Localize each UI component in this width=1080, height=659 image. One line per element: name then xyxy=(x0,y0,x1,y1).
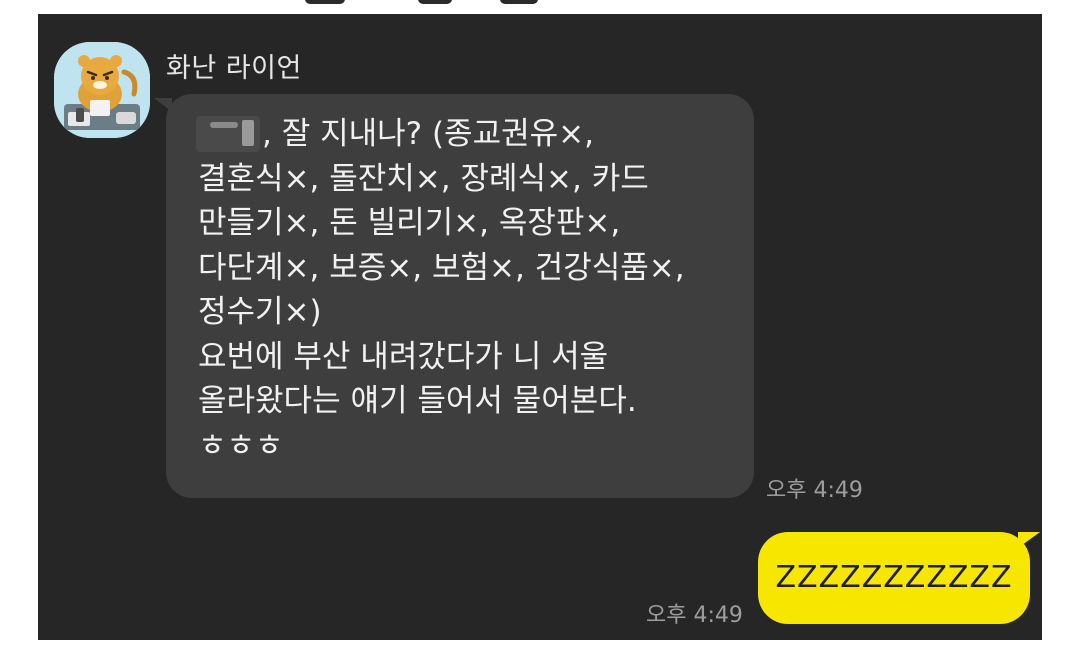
cropped-top-element xyxy=(418,0,452,4)
bottom-screen-edge xyxy=(0,640,1080,659)
incoming-message-text: , 잘 지내나? (종교권유×, 결혼식×, 돌잔치×, 장례식×, 카드 만들… xyxy=(198,112,738,468)
incoming-message-bubble[interactable]: , 잘 지내나? (종교권유×, 결혼식×, 돌잔치×, 장례식×, 카드 만들… xyxy=(166,94,754,498)
outgoing-message-time: 오후 4:49 xyxy=(646,603,743,628)
incoming-message-body: , 잘 지내나? (종교권유×, 결혼식×, 돌잔치×, 장례식×, 카드 만들… xyxy=(198,116,685,464)
chat-room-message-area[interactable]: 화난 라이언 , 잘 지내나? (종교권유×, 결혼식×, 돌잔치×, 장례식×… xyxy=(38,14,1042,640)
angry-lion-character-icon xyxy=(54,42,150,138)
outgoing-message-bubble[interactable]: ZZZZZZZZZZZ xyxy=(758,532,1030,624)
incoming-message-time: 오후 4:49 xyxy=(766,478,863,503)
outgoing-message-text: ZZZZZZZZZZZ xyxy=(775,560,1013,595)
cropped-top-element xyxy=(305,0,345,4)
cropped-top-element xyxy=(500,0,538,4)
top-screen-edge xyxy=(0,0,1080,14)
sender-name: 화난 라이언 xyxy=(166,53,302,84)
sender-avatar[interactable] xyxy=(54,42,150,138)
